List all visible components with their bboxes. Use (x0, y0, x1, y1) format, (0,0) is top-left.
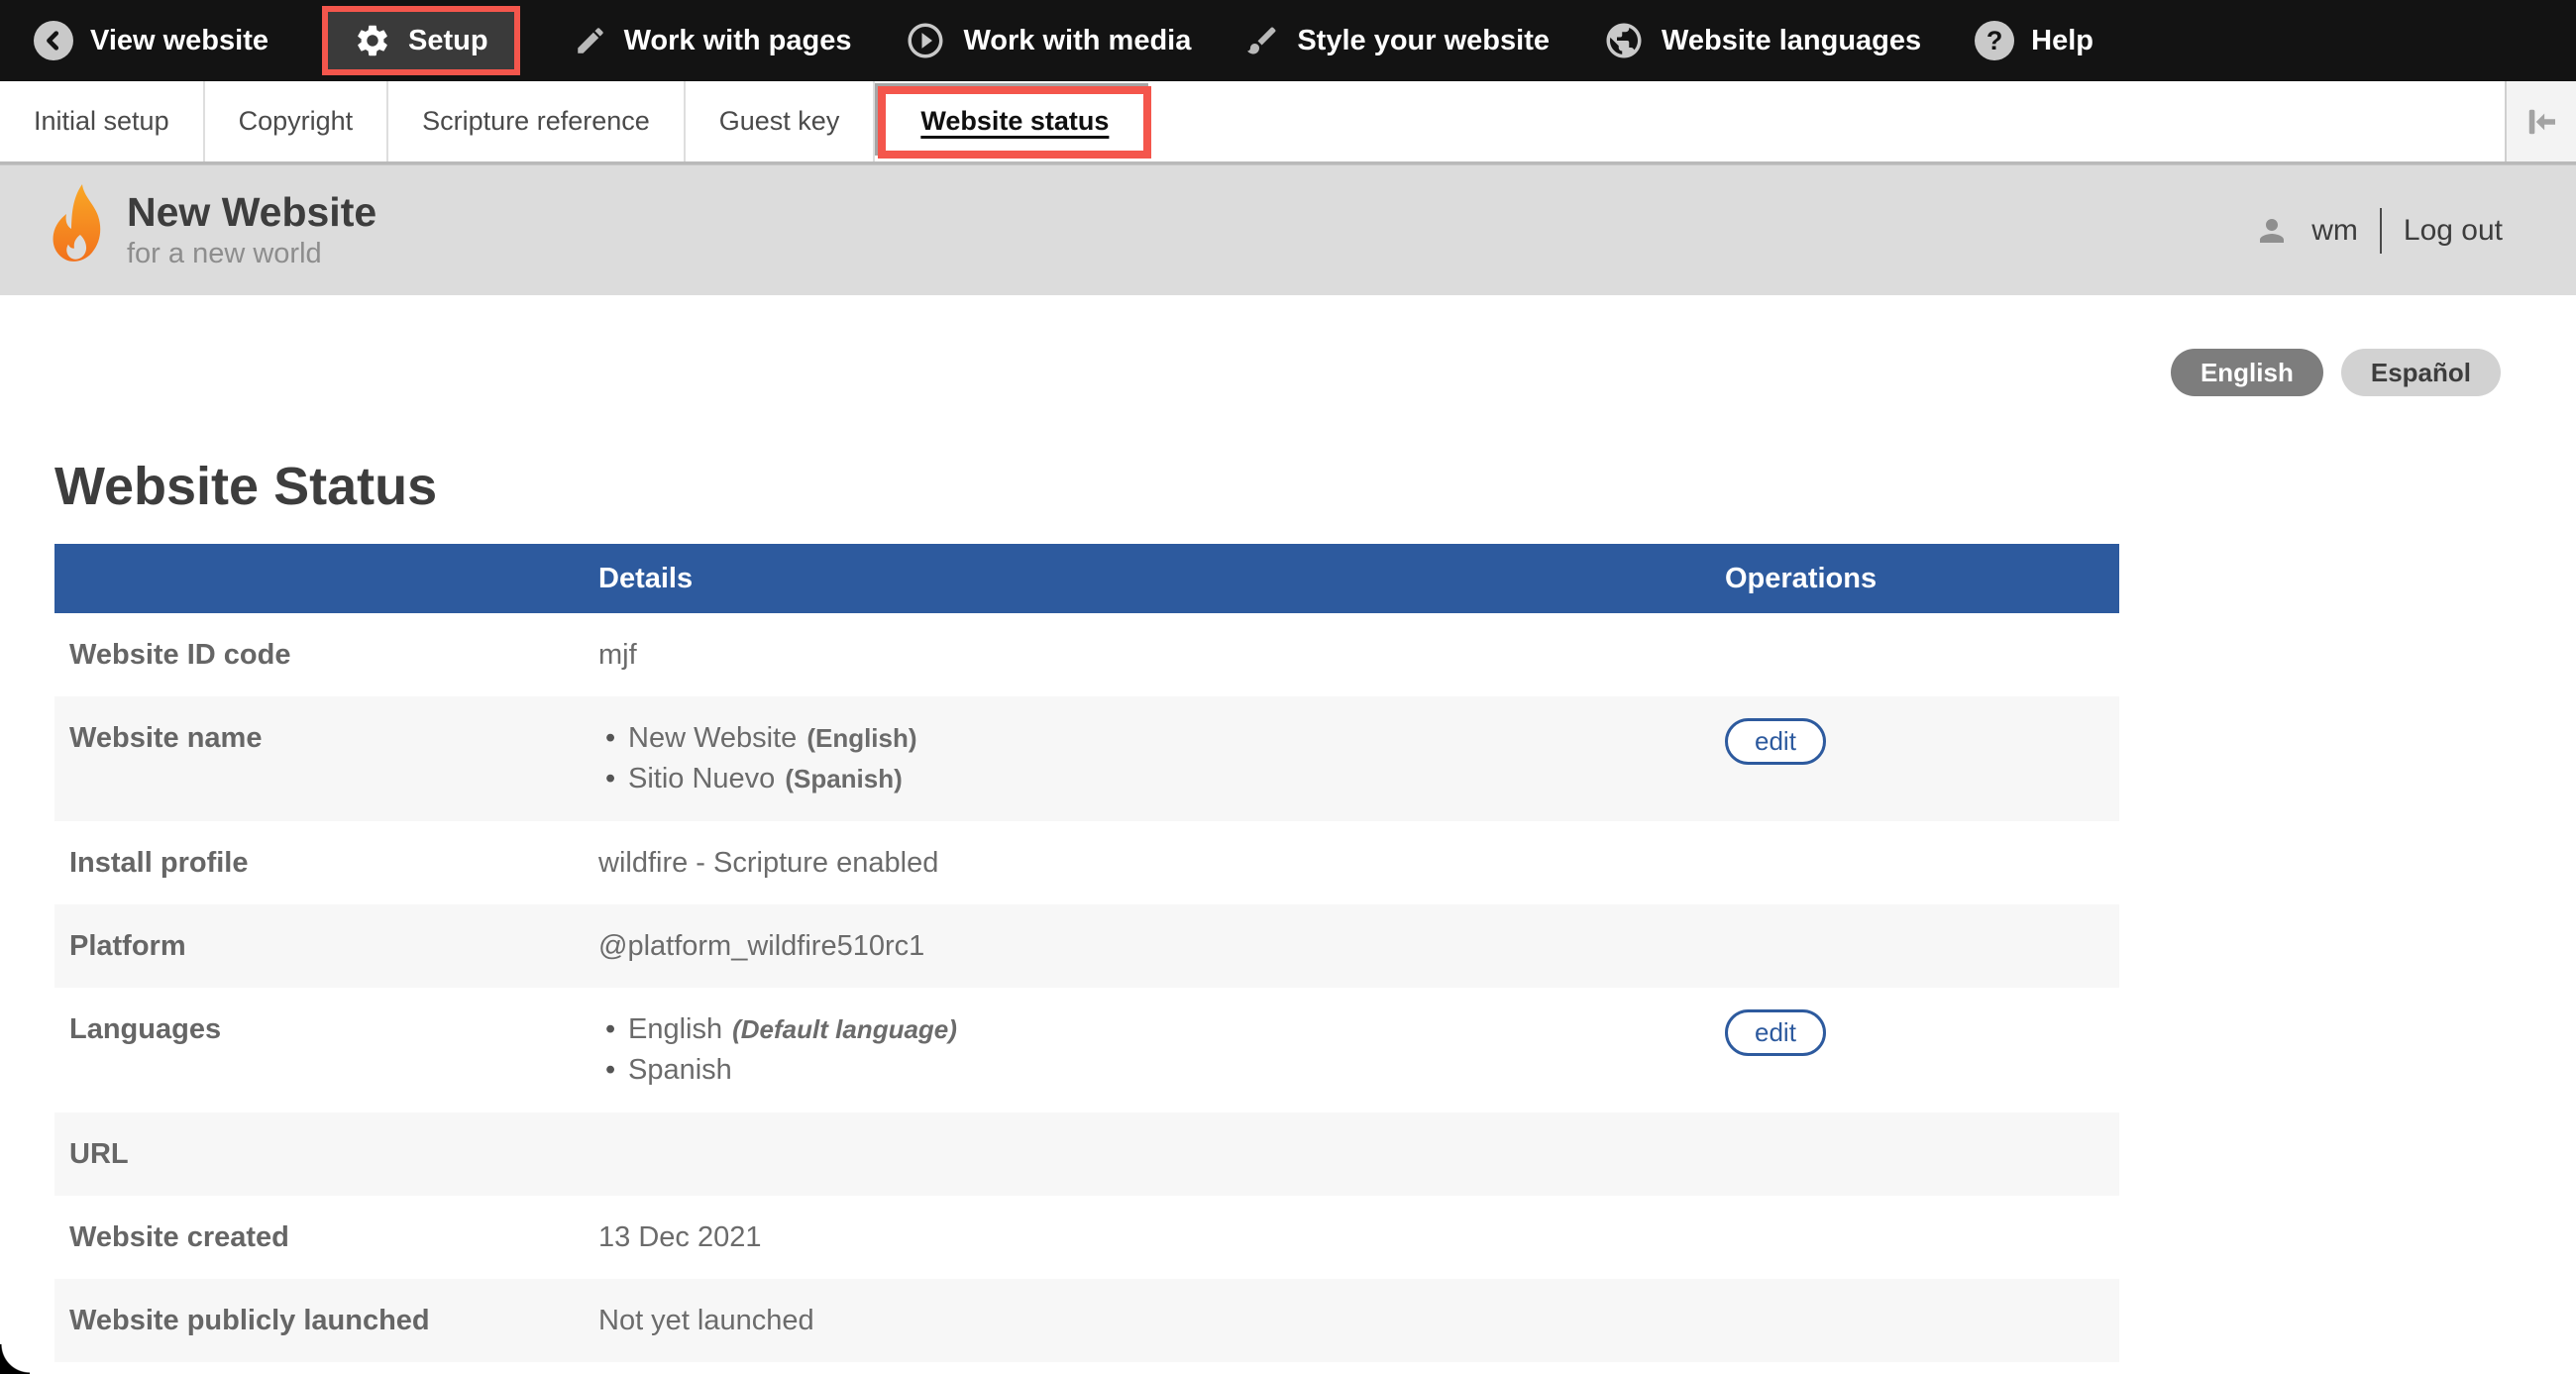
row-value: @platform_wildfire510rc1 (598, 926, 1725, 967)
bullet-text: New Website (628, 718, 797, 759)
nav-website-languages[interactable]: Website languages (1603, 20, 1921, 61)
bullet-suffix: (Default language) (732, 1009, 957, 1050)
nav-work-with-media-label: Work with media (963, 25, 1191, 57)
user-area: wm Log out (2254, 208, 2503, 254)
row-value: Not yet launched (598, 1301, 1725, 1341)
bullet-item: • English (Default language) (598, 1009, 1725, 1050)
user-divider (2380, 208, 2382, 254)
website-status-table: Details Operations Website ID code mjf W… (54, 544, 2119, 1362)
nav-view-website[interactable]: View website (34, 21, 268, 60)
bullet-text: Spanish (628, 1050, 732, 1091)
user-icon (2254, 213, 2290, 249)
language-pill-espanol[interactable]: Español (2341, 349, 2501, 396)
bullet-marker: • (598, 1050, 628, 1091)
site-brand-text: New Website for a new world (127, 190, 376, 270)
table-header-details: Details (598, 563, 1725, 595)
bullet-item: • Spanish (598, 1050, 1725, 1091)
row-value: mjf (598, 635, 1725, 676)
row-value: wildfire - Scripture enabled (598, 843, 1725, 884)
site-title: New Website (127, 190, 376, 236)
table-row: Platform @platform_wildfire510rc1 (54, 904, 2119, 988)
table-row: Languages • English (Default language) •… (54, 988, 2119, 1112)
help-icon: ? (1975, 21, 2014, 60)
row-value: 13 Dec 2021 (598, 1217, 1725, 1258)
row-label: Languages (54, 1009, 598, 1050)
row-label: Website publicly launched (54, 1301, 598, 1341)
bullet-item: • New Website (English) (598, 718, 1725, 759)
nav-style-your-website-label: Style your website (1297, 25, 1550, 57)
bullet-marker: • (598, 1009, 628, 1050)
site-header: New Website for a new world wm Log out (0, 164, 2576, 295)
bullet-text: Sitio Nuevo (628, 759, 775, 799)
nav-style-your-website[interactable]: Style your website (1244, 23, 1550, 58)
app-window: View website Setup Work with pages Work … (0, 0, 2576, 1374)
tab-website-status-label: Website status (920, 106, 1109, 137)
nav-help-label: Help (2031, 25, 2093, 57)
table-row: URL (54, 1112, 2119, 1196)
bullet-suffix: (Spanish) (785, 759, 902, 799)
table-row: Website created 13 Dec 2021 (54, 1196, 2119, 1279)
globe-icon (1603, 20, 1645, 61)
sidebar-collapse-button[interactable] (2505, 81, 2576, 161)
tab-scripture-reference[interactable]: Scripture reference (388, 81, 686, 161)
tab-guest-key[interactable]: Guest key (686, 81, 876, 161)
table-row: Website name • New Website (English) • S… (54, 696, 2119, 821)
brush-icon (1244, 23, 1280, 58)
nav-work-with-pages[interactable]: Work with pages (574, 24, 852, 57)
nav-view-website-label: View website (90, 25, 268, 57)
back-icon (34, 21, 73, 60)
edit-website-name-button[interactable]: edit (1725, 718, 1826, 765)
nav-setup-label: Setup (408, 25, 488, 57)
pencil-icon (574, 24, 607, 57)
row-label: URL (54, 1134, 598, 1175)
row-label: Website name (54, 718, 598, 759)
bullet-item: • Sitio Nuevo (Spanish) (598, 759, 1725, 799)
row-value: • New Website (English) • Sitio Nuevo (S… (598, 718, 1725, 799)
bullet-marker: • (598, 718, 628, 759)
nav-work-with-pages-label: Work with pages (624, 25, 852, 57)
page-title: Website Status (54, 456, 2576, 517)
row-label: Website created (54, 1217, 598, 1258)
nav-setup[interactable]: Setup (322, 6, 520, 75)
table-row: Website ID code mjf (54, 613, 2119, 696)
row-label: Website ID code (54, 635, 598, 676)
row-label: Install profile (54, 843, 598, 884)
row-label: Platform (54, 926, 598, 967)
nav-help[interactable]: ? Help (1975, 21, 2093, 60)
site-brand: New Website for a new world (48, 183, 376, 278)
language-pill-english[interactable]: English (2171, 349, 2323, 396)
language-switcher: English Español (0, 295, 2576, 396)
tab-copyright[interactable]: Copyright (205, 81, 389, 161)
logout-link[interactable]: Log out (2404, 214, 2503, 248)
top-nav-bar: View website Setup Work with pages Work … (0, 0, 2576, 81)
tab-website-status[interactable]: Website status (875, 81, 1154, 161)
edit-languages-button[interactable]: edit (1725, 1009, 1826, 1056)
row-value: • English (Default language) • Spanish (598, 1009, 1725, 1091)
play-circle-icon (905, 20, 946, 61)
bullet-text: English (628, 1009, 722, 1050)
flame-logo-icon (48, 183, 105, 278)
tab-initial-setup[interactable]: Initial setup (0, 81, 205, 161)
collapse-left-icon (2521, 101, 2562, 143)
table-header-row: Details Operations (54, 544, 2119, 613)
nav-work-with-media[interactable]: Work with media (905, 20, 1191, 61)
table-row: Install profile wildfire - Scripture ena… (54, 821, 2119, 904)
bullet-suffix: (English) (806, 718, 916, 759)
table-header-operations: Operations (1725, 563, 2119, 595)
table-row: Website publicly launched Not yet launch… (54, 1279, 2119, 1362)
nav-website-languages-label: Website languages (1662, 25, 1921, 57)
username: wm (2311, 214, 2358, 248)
bullet-marker: • (598, 759, 628, 799)
setup-tab-bar: Initial setup Copyright Scripture refere… (0, 81, 2576, 164)
site-tagline: for a new world (127, 238, 376, 270)
screen-corner (0, 1344, 30, 1374)
gear-icon (354, 22, 391, 59)
